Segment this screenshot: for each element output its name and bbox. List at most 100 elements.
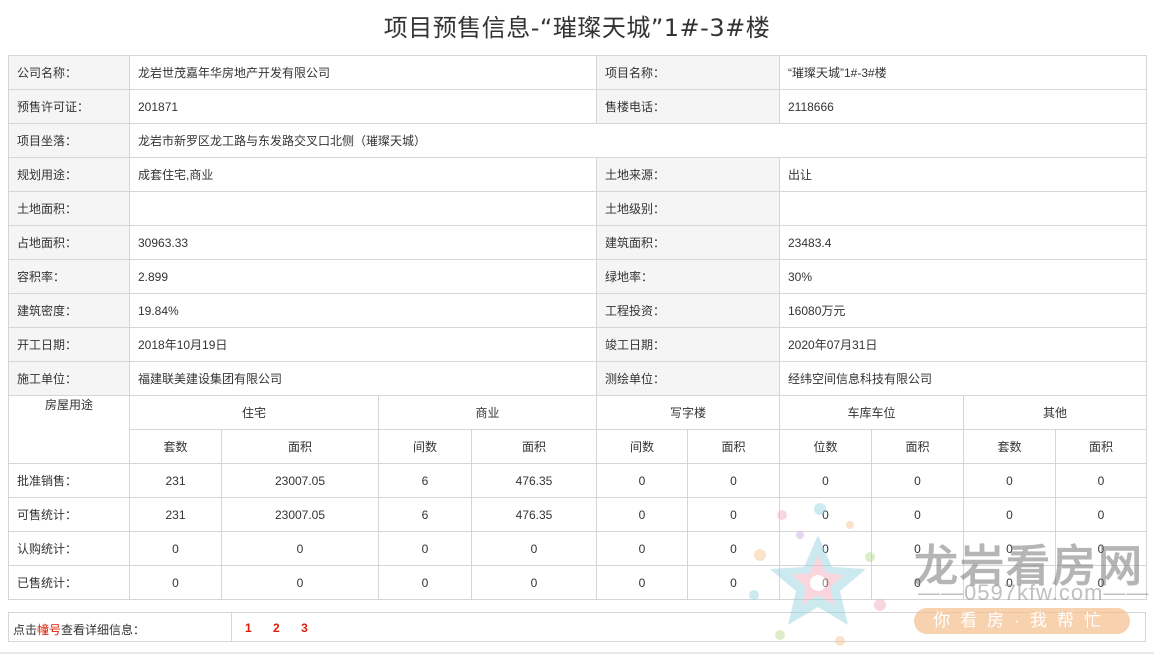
land-source-value: 出让 bbox=[779, 157, 1147, 192]
stat-cell: 0 bbox=[779, 497, 872, 532]
surveyor-label: 测绘单位： bbox=[596, 361, 780, 396]
subheader: 面积 bbox=[471, 429, 597, 464]
building-link-2[interactable]: 2 bbox=[273, 621, 280, 635]
contractor-label: 施工单位： bbox=[8, 361, 130, 396]
info-row: 开工日期： 2018年10月19日 竣工日期： 2020年07月31日 bbox=[8, 327, 1147, 362]
building-number-highlight: 幢号 bbox=[37, 623, 62, 637]
subheader: 间数 bbox=[596, 429, 688, 464]
investment-label: 工程投资： bbox=[596, 293, 780, 328]
subheader: 套数 bbox=[963, 429, 1056, 464]
info-row: 规划用途： 成套住宅,商业 土地来源： 出让 bbox=[8, 157, 1147, 192]
stat-cell: 0 bbox=[596, 565, 688, 600]
plot-ratio-value: 2.899 bbox=[129, 259, 597, 294]
info-row: 预售许可证： 201871 售楼电话： 2118666 bbox=[8, 89, 1147, 124]
group-parking: 车库车位 bbox=[779, 395, 964, 430]
green-ratio-label: 绿地率： bbox=[596, 259, 780, 294]
stat-cell: 23007.05 bbox=[221, 497, 379, 532]
sales-phone-value: 2118666 bbox=[779, 89, 1147, 124]
presale-permit-value: 201871 bbox=[129, 89, 597, 124]
table-row: 批准销售： 231 23007.05 6 476.35 0 0 0 0 0 0 bbox=[8, 463, 1147, 498]
stat-cell: 0 bbox=[871, 497, 964, 532]
stat-cell: 0 bbox=[378, 531, 472, 566]
contractor-value: 福建联美建设集团有限公司 bbox=[129, 361, 597, 396]
company-name-value: 龙岩世茂嘉年华房地产开发有限公司 bbox=[129, 55, 597, 90]
building-density-value: 19.84% bbox=[129, 293, 597, 328]
building-area-value: 23483.4 bbox=[779, 225, 1147, 260]
green-ratio-value: 30% bbox=[779, 259, 1147, 294]
group-commercial: 商业 bbox=[378, 395, 597, 430]
usage-group-header: 房屋用途 住宅 商业 写字楼 车库车位 其他 bbox=[8, 395, 1147, 464]
start-date-label: 开工日期： bbox=[8, 327, 130, 362]
table-row: 可售统计： 231 23007.05 6 476.35 0 0 0 0 0 0 bbox=[8, 497, 1147, 532]
subheader: 面积 bbox=[871, 429, 964, 464]
location-value: 龙岩市新罗区龙工路与东发路交叉口北侧（璀璨天城） bbox=[129, 123, 1147, 158]
stat-cell: 0 bbox=[471, 565, 597, 600]
stat-cell: 0 bbox=[779, 531, 872, 566]
subheader: 套数 bbox=[129, 429, 222, 464]
info-row: 容积率： 2.899 绿地率： 30% bbox=[8, 259, 1147, 294]
stat-cell: 0 bbox=[129, 565, 222, 600]
watermark-domain: ——0597kfw.com—— bbox=[918, 580, 1150, 605]
usage-subheader-row: 套数 面积 间数 面积 间数 面积 位数 面积 套数 面积 bbox=[9, 429, 1147, 464]
investment-value: 16080万元 bbox=[779, 293, 1147, 328]
page-title: 项目预售信息-“璀璨天城”1#-3#楼 bbox=[383, 14, 771, 42]
divider bbox=[0, 652, 1154, 654]
site-area-value: 30963.33 bbox=[129, 225, 597, 260]
info-row: 公司名称： 龙岩世茂嘉年华房地产开发有限公司 项目名称： “璀璨天城”1#-3#… bbox=[8, 55, 1147, 90]
presale-permit-label: 预售许可证： bbox=[8, 89, 130, 124]
building-density-label: 建筑密度： bbox=[8, 293, 130, 328]
info-row: 施工单位： 福建联美建设集团有限公司 测绘单位： 经纬空间信息科技有限公司 bbox=[8, 361, 1147, 396]
building-links: 1 2 3 bbox=[245, 621, 326, 635]
completion-date-value: 2020年07月31日 bbox=[779, 327, 1147, 362]
planned-use-value: 成套住宅,商业 bbox=[129, 157, 597, 192]
subheader: 位数 bbox=[779, 429, 872, 464]
info-row: 占地面积： 30963.33 建筑面积： 23483.4 bbox=[8, 225, 1147, 260]
surveyor-value: 经纬空间信息科技有限公司 bbox=[779, 361, 1147, 396]
stat-cell: 0 bbox=[378, 565, 472, 600]
company-name-label: 公司名称： bbox=[8, 55, 130, 90]
stat-row-label: 批准销售： bbox=[8, 463, 130, 498]
stat-cell: 6 bbox=[378, 497, 472, 532]
usage-header: 房屋用途 bbox=[8, 395, 130, 464]
stat-row-label: 可售统计： bbox=[8, 497, 130, 532]
land-grade-value bbox=[779, 191, 1147, 226]
stat-cell: 0 bbox=[963, 463, 1056, 498]
stat-cell: 0 bbox=[687, 565, 780, 600]
stat-cell: 0 bbox=[687, 463, 780, 498]
stat-cell: 0 bbox=[963, 497, 1056, 532]
stat-cell: 0 bbox=[1055, 497, 1147, 532]
subheader: 面积 bbox=[687, 429, 780, 464]
stat-cell: 0 bbox=[596, 497, 688, 532]
stat-cell: 231 bbox=[129, 497, 222, 532]
subheader: 面积 bbox=[221, 429, 379, 464]
stat-cell: 0 bbox=[687, 497, 780, 532]
planned-use-label: 规划用途： bbox=[8, 157, 130, 192]
project-info-table: 公司名称： 龙岩世茂嘉年华房地产开发有限公司 项目名称： “璀璨天城”1#-3#… bbox=[8, 55, 1147, 600]
stat-row-label: 认购统计： bbox=[8, 531, 130, 566]
divider bbox=[231, 613, 232, 641]
building-links-label: 点击幢号查看详细信息： bbox=[13, 623, 146, 637]
sales-phone-label: 售楼电话： bbox=[596, 89, 780, 124]
stat-cell: 476.35 bbox=[471, 463, 597, 498]
completion-date-label: 竣工日期： bbox=[596, 327, 780, 362]
info-row: 土地面积： 土地级别： bbox=[8, 191, 1147, 226]
stat-cell: 0 bbox=[596, 531, 688, 566]
building-link-3[interactable]: 3 bbox=[301, 621, 308, 635]
stat-cell: 0 bbox=[596, 463, 688, 498]
stat-cell: 23007.05 bbox=[221, 463, 379, 498]
stat-cell: 0 bbox=[871, 463, 964, 498]
subheader: 面积 bbox=[1055, 429, 1147, 464]
land-source-label: 土地来源： bbox=[596, 157, 780, 192]
stat-cell: 6 bbox=[378, 463, 472, 498]
plot-ratio-label: 容积率： bbox=[8, 259, 130, 294]
building-area-label: 建筑面积： bbox=[596, 225, 780, 260]
stat-cell: 0 bbox=[779, 565, 872, 600]
building-link-1[interactable]: 1 bbox=[245, 621, 252, 635]
stat-cell: 476.35 bbox=[471, 497, 597, 532]
group-residential: 住宅 bbox=[129, 395, 379, 430]
stat-cell: 0 bbox=[221, 565, 379, 600]
stat-cell: 0 bbox=[129, 531, 222, 566]
group-office: 写字楼 bbox=[596, 395, 780, 430]
stat-cell: 0 bbox=[1055, 463, 1147, 498]
stat-cell: 0 bbox=[687, 531, 780, 566]
